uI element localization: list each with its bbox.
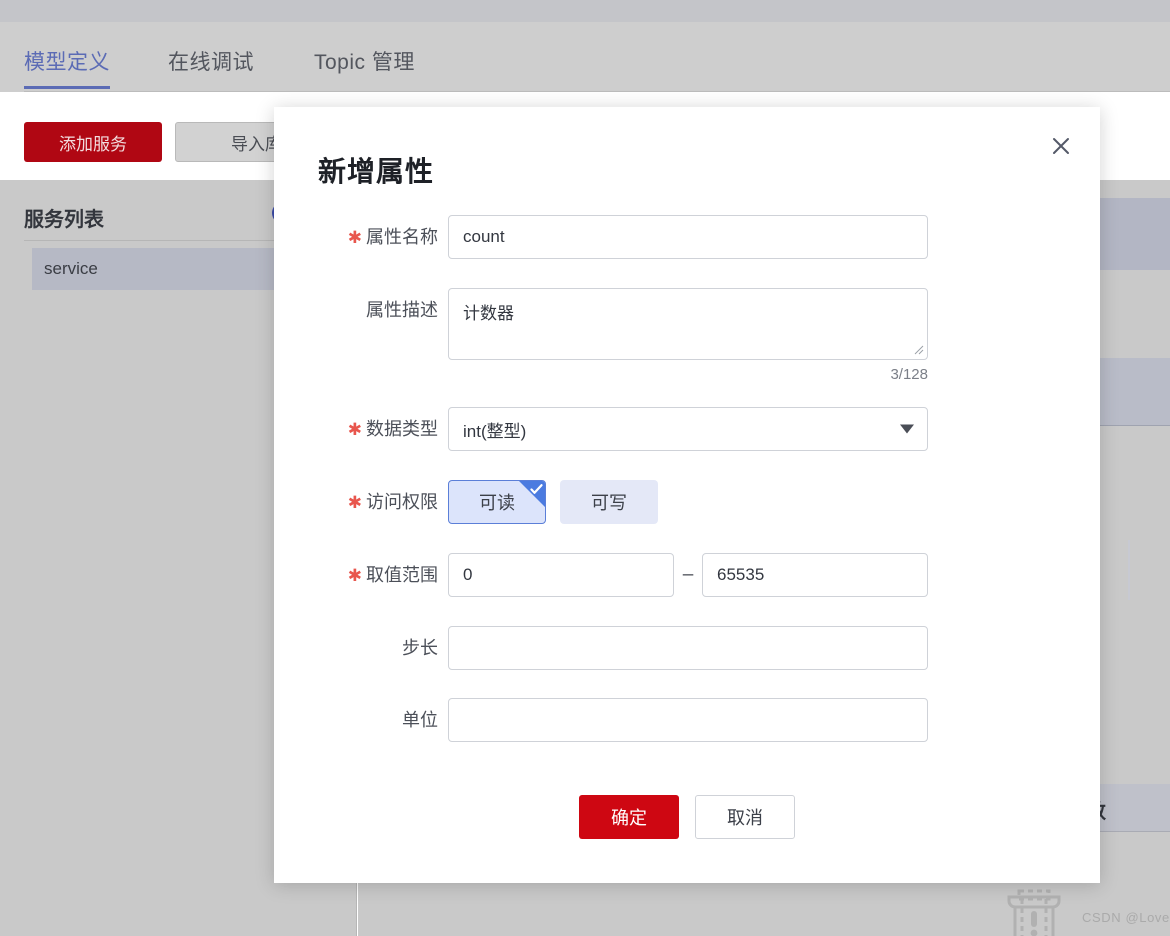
label-data-type: ✱ 数据类型 xyxy=(274,407,448,452)
tab-topic-management[interactable]: Topic 管理 xyxy=(314,46,415,76)
watermark-text: CSDN @Lovex. xyxy=(1082,910,1170,925)
value-range-row: – xyxy=(448,553,1100,597)
table-column-divider xyxy=(1128,540,1130,600)
form-row-property-name: ✱ 属性名称 xyxy=(274,215,1100,260)
app-root: 模型定义 在线调试 Topic 管理 添加服务 导入库模 服务列表 servic… xyxy=(0,0,1170,936)
form-row-property-description: 属性描述 计数器 3/128 xyxy=(274,288,1100,383)
label-property-name: ✱ 属性名称 xyxy=(274,215,448,260)
property-description-textarea[interactable]: 计数器 xyxy=(448,288,928,360)
active-tab-indicator xyxy=(24,86,110,89)
access-option-writable[interactable]: 可写 xyxy=(560,480,658,524)
dialog-title: 新增属性 xyxy=(318,156,435,187)
confirm-button[interactable]: 确定 xyxy=(579,795,679,839)
range-max-input[interactable] xyxy=(702,553,928,597)
browser-top-strip xyxy=(0,0,1170,22)
label-value-range-text: 取值范围 xyxy=(366,565,438,585)
form-row-access-permission: ✱ 访问权限 可读 可写 xyxy=(274,480,1100,525)
sidebar-item-label: service xyxy=(44,259,98,278)
close-icon[interactable] xyxy=(1044,129,1078,163)
access-permission-group: 可读 可写 xyxy=(448,480,1100,524)
data-type-value: int(整型) xyxy=(463,421,527,441)
access-option-writable-label: 可写 xyxy=(591,493,627,513)
form-row-value-range: ✱取值范围 – xyxy=(274,553,1100,598)
description-char-counter: 3/128 xyxy=(890,366,928,383)
sidebar-title: 服务列表 xyxy=(24,209,104,231)
property-name-input[interactable] xyxy=(448,215,928,259)
label-access-permission-text: 访问权限 xyxy=(366,492,438,512)
tab-online-debug[interactable]: 在线调试 xyxy=(168,46,254,76)
dashed-trash-warning-icon xyxy=(1007,889,1061,936)
required-star-icon: ✱ xyxy=(347,228,362,247)
access-option-readable[interactable]: 可读 xyxy=(448,480,546,524)
label-property-description: 属性描述 xyxy=(274,288,448,332)
tab-bar-underline xyxy=(24,91,1170,92)
unit-input[interactable] xyxy=(448,698,928,742)
property-form: ✱属性名称 属性描述 计数器 xyxy=(274,215,1100,742)
form-row-data-type: ✱ 数据类型 int(整型) xyxy=(274,407,1100,452)
close-glyph xyxy=(1053,138,1069,154)
selected-corner-badge xyxy=(519,481,545,507)
required-star-icon: ✱ xyxy=(347,493,362,512)
label-step: 步长 xyxy=(274,626,448,670)
form-row-unit: 单位 xyxy=(274,698,1100,742)
label-value-range: ✱ 取值范围 xyxy=(274,553,448,598)
label-data-type-text: 数据类型 xyxy=(366,419,438,439)
label-step-text: 步长 xyxy=(402,638,438,658)
required-star-icon: ✱ xyxy=(347,420,362,439)
add-property-dialog: 新增属性 ✱属性名称 属性描述 计数器 xyxy=(274,107,1100,883)
access-option-readable-label: 可读 xyxy=(479,493,515,513)
tab-model-definition[interactable]: 模型定义 xyxy=(24,46,110,76)
range-min-input[interactable] xyxy=(448,553,674,597)
label-property-name-text: 属性名称 xyxy=(366,227,438,247)
label-unit-text: 单位 xyxy=(402,710,438,730)
cancel-button[interactable]: 取消 xyxy=(695,795,795,839)
form-row-step: 步长 xyxy=(274,626,1100,670)
step-input[interactable] xyxy=(448,626,928,670)
required-star-icon: ✱ xyxy=(347,566,362,585)
range-separator: – xyxy=(682,564,694,585)
add-service-button[interactable]: 添加服务 xyxy=(24,122,162,162)
label-property-description-text: 属性描述 xyxy=(366,300,438,320)
label-unit: 单位 xyxy=(274,698,448,742)
dialog-actions: 确定 取消 xyxy=(274,795,1100,839)
data-type-select[interactable]: int(整型) xyxy=(448,407,928,451)
label-access-permission: ✱ 访问权限 xyxy=(274,480,448,525)
